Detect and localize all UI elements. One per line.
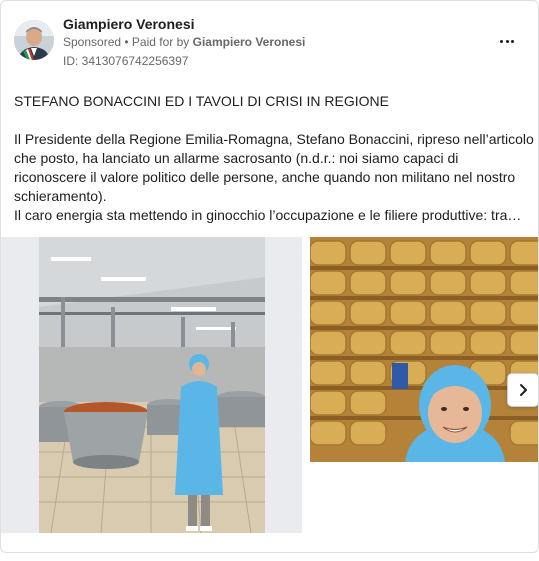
ad-id: ID: 3413076742256397 bbox=[63, 54, 189, 68]
author-avatar[interactable] bbox=[14, 20, 54, 60]
cheese-shelves-photo bbox=[310, 237, 538, 462]
paid-by-name: Giampiero Veronesi bbox=[192, 35, 306, 49]
sponsored-line: Sponsored • Paid for by Giampiero Verone… bbox=[63, 35, 305, 49]
post-headline: STEFANO BONACCINI ED I TAVOLI DI CRISI I… bbox=[14, 93, 389, 109]
factory-photo bbox=[39, 237, 265, 534]
paid-prefix: • Paid for by bbox=[124, 35, 190, 49]
carousel-next-button[interactable] bbox=[507, 373, 538, 407]
ad-card: Giampiero Veronesi Sponsored • Paid for … bbox=[0, 0, 539, 553]
carousel-image-2[interactable] bbox=[310, 237, 538, 462]
sponsored-label: Sponsored bbox=[63, 35, 122, 49]
post-text: STEFANO BONACCINI ED I TAVOLI DI CRISI I… bbox=[14, 92, 534, 225]
chevron-right-icon bbox=[520, 384, 527, 396]
body-line: schieramento). bbox=[14, 188, 107, 204]
author-name[interactable]: Giampiero Veronesi bbox=[63, 16, 195, 32]
body-line: che posto, ha lanciato un allarme sacros… bbox=[14, 150, 459, 166]
body-line: Il Presidente della Regione Emilia-Romag… bbox=[14, 131, 534, 147]
body-line: Il caro energia sta mettendo in ginocchi… bbox=[14, 207, 522, 223]
more-horizontal-icon bbox=[500, 39, 504, 43]
more-options-button[interactable] bbox=[495, 31, 519, 51]
body-line: riconoscere il valore politico delle per… bbox=[14, 169, 516, 185]
carousel-image-1[interactable] bbox=[1, 237, 302, 534]
